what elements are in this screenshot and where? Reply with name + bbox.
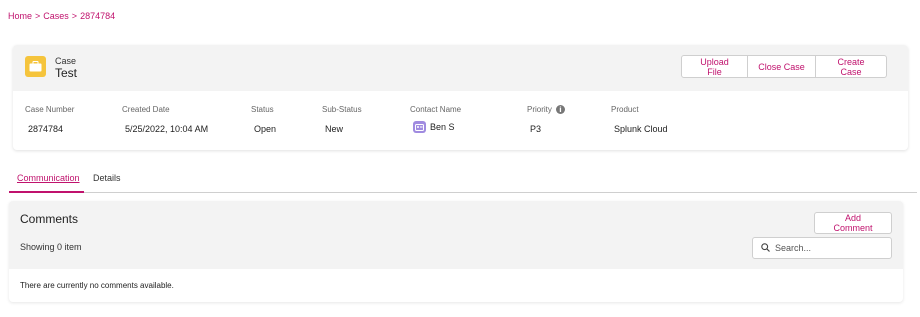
upload-file-button[interactable]: Upload File	[681, 55, 748, 78]
field-label: Sub-Status	[322, 105, 362, 114]
case-fields: Case Number 2874784 Created Date 5/25/20…	[13, 91, 908, 150]
comments-list: There are currently no comments availabl…	[9, 269, 903, 302]
field-value: Open	[254, 124, 277, 134]
comments-title: Comments	[20, 212, 79, 226]
field-sub-status: Sub-Status New	[322, 105, 362, 134]
close-case-button[interactable]: Close Case	[748, 55, 816, 78]
comments-search	[752, 237, 892, 259]
breadcrumb-separator: >	[35, 11, 41, 21]
breadcrumb-cases[interactable]: Cases	[43, 11, 69, 21]
field-value: P3	[530, 124, 542, 134]
field-value: New	[325, 124, 344, 134]
create-case-button[interactable]: Create Case	[816, 55, 887, 78]
field-priority: Priority i P3	[527, 105, 565, 134]
tab-details[interactable]: Details	[93, 173, 121, 183]
breadcrumb-home[interactable]: Home	[8, 11, 32, 21]
case-actions: Upload File Close Case Create Case	[681, 55, 887, 78]
case-name: Test	[55, 66, 78, 80]
active-tab-indicator	[9, 191, 84, 193]
breadcrumb-separator: >	[71, 11, 78, 21]
tab-bar: Communication Details	[9, 167, 917, 193]
breadcrumb: Home > Cases > 2874784	[8, 11, 115, 21]
tab-communication[interactable]: Communication	[17, 173, 80, 183]
info-icon[interactable]: i	[555, 105, 565, 114]
field-product: Product Splunk Cloud	[611, 105, 668, 134]
empty-message: There are currently no comments availabl…	[20, 281, 174, 290]
field-value: 5/25/2022, 10:04 AM	[125, 124, 209, 134]
field-label: Created Date	[122, 105, 170, 114]
contact-card-icon	[413, 121, 426, 133]
field-label: Contact Name	[410, 105, 462, 114]
field-value: Ben S	[410, 121, 461, 133]
field-contact-name: Contact Name Ben S	[410, 105, 461, 133]
field-label: Case Number	[25, 105, 75, 114]
comments-count: Showing 0 item	[20, 242, 82, 252]
search-icon	[761, 239, 770, 257]
field-case-number: Case Number 2874784	[25, 105, 74, 134]
search-input[interactable]	[775, 243, 885, 253]
field-created-date: Created Date 5/25/2022, 10:04 AM	[122, 105, 208, 134]
field-value: 2874784	[28, 124, 64, 134]
case-type-label: Case	[55, 56, 77, 66]
breadcrumb-case-number[interactable]: 2874784	[80, 11, 115, 21]
field-value: Splunk Cloud	[614, 124, 668, 134]
field-label: Status	[251, 105, 274, 114]
contact-name-link[interactable]: Ben S	[430, 122, 455, 132]
field-status: Status Open	[251, 105, 276, 134]
add-comment-button[interactable]: Add Comment	[814, 212, 892, 234]
case-title-bar: Case Test Upload File Close Case Create …	[13, 45, 908, 91]
priority-label: Priority	[527, 105, 552, 114]
field-label: Product	[611, 105, 639, 114]
comments-panel: Comments Add Comment Showing 0 item Ther…	[9, 201, 903, 302]
briefcase-icon	[25, 56, 46, 77]
case-header-card: Case Test Upload File Close Case Create …	[13, 45, 908, 150]
field-label: Priority i	[527, 105, 565, 114]
